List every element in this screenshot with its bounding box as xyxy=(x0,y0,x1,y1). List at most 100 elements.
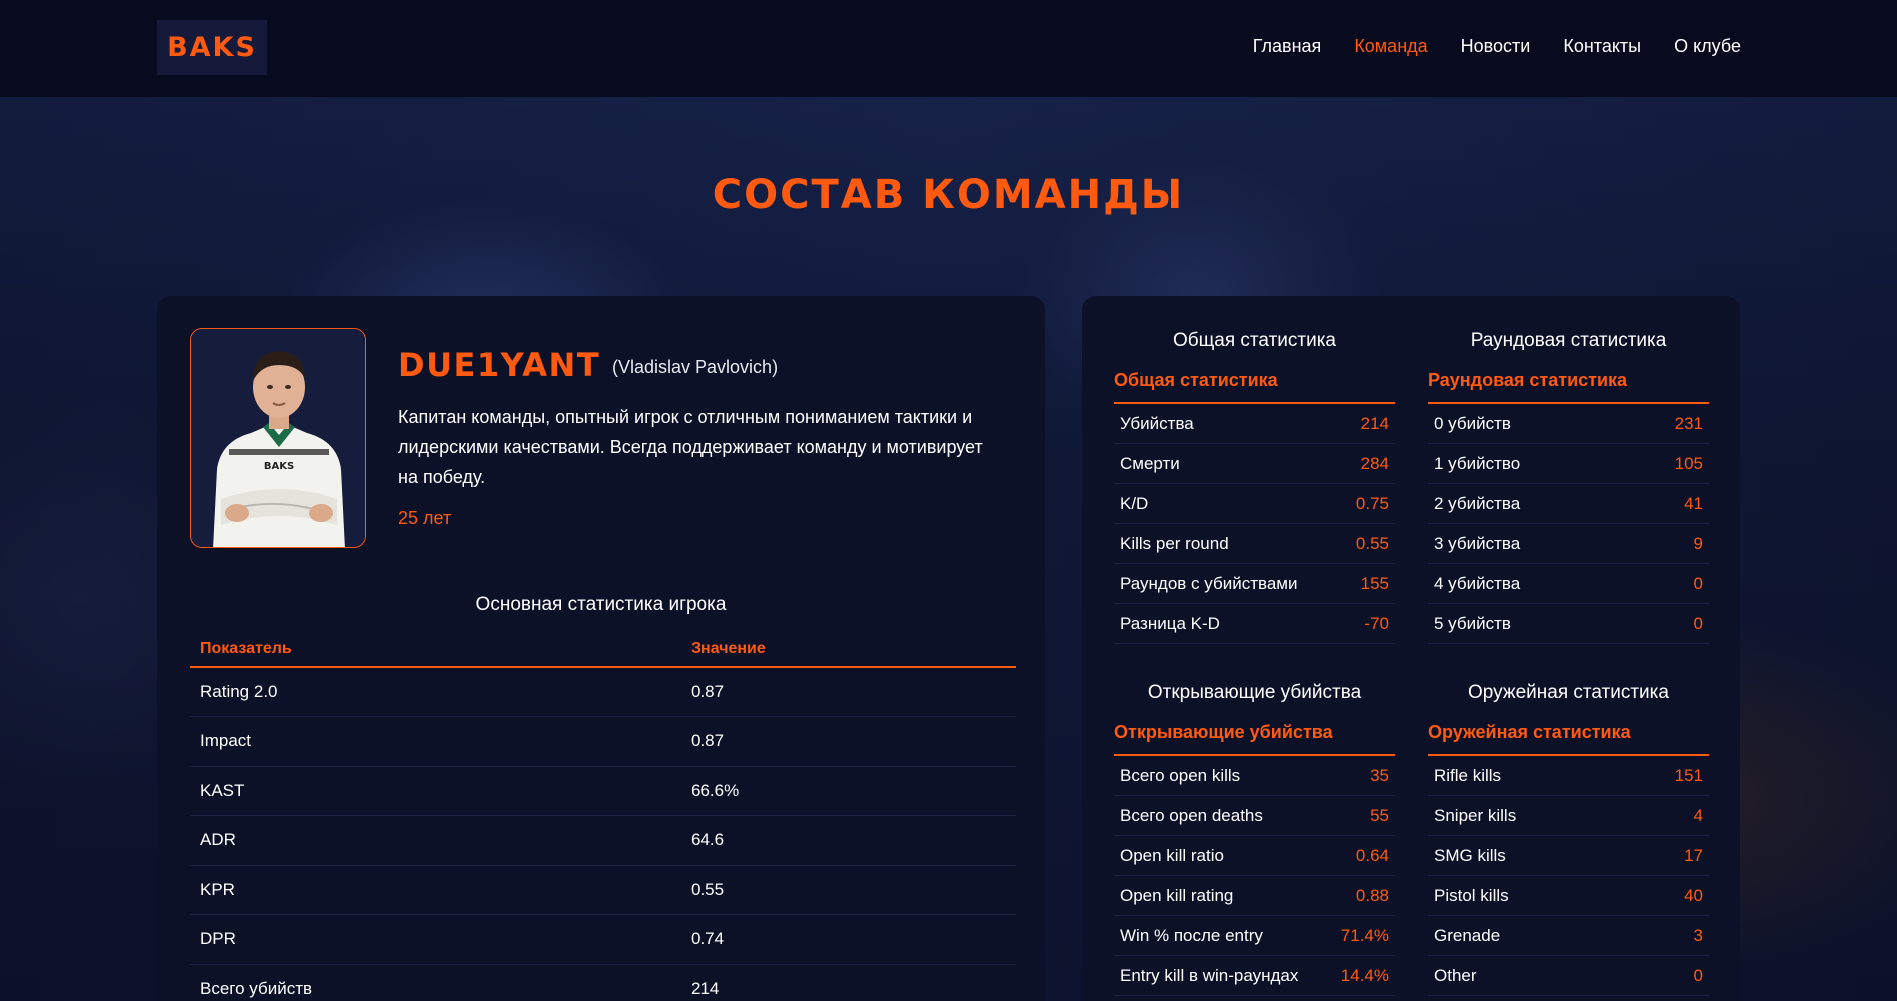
stat-label: Open kill rating xyxy=(1120,885,1234,905)
metric-name: DPR xyxy=(190,914,681,965)
stat-row: Pistol kills 40 xyxy=(1428,876,1709,916)
stat-label: Open kill ratio xyxy=(1120,845,1224,865)
stat-value: 4 xyxy=(1693,805,1703,825)
stat-value: 284 xyxy=(1360,453,1389,473)
stat-row: Разница K-D -70 xyxy=(1114,604,1395,644)
stat-row: Win % после entry 71.4% xyxy=(1114,916,1395,956)
stat-value: 0.64 xyxy=(1355,845,1389,865)
opening-kills-block: Открывающие убийства Открывающие убийств… xyxy=(1114,682,1395,996)
detailed-stats-panel: Общая статистика Общая статистика Убийст… xyxy=(1082,296,1740,1001)
stat-label: Win % после entry xyxy=(1120,925,1263,945)
player-nickname: DUE1YANT xyxy=(398,346,601,384)
stat-label: Sniper kills xyxy=(1434,805,1517,825)
player-real-name: (Vladislav Pavlovich) xyxy=(612,357,779,377)
stat-label: K/D xyxy=(1120,493,1149,513)
stat-value: 40 xyxy=(1684,885,1703,905)
stat-label: SMG kills xyxy=(1434,845,1506,865)
nav-contacts[interactable]: Контакты xyxy=(1563,36,1641,57)
table-row: KAST 66.6% xyxy=(190,766,1016,816)
weapon-stats-block: Оружейная статистика Оружейная статистик… xyxy=(1428,682,1709,996)
table-row: ADR 64.6 xyxy=(190,815,1016,866)
block-subtitle: Открывающие убийства xyxy=(1114,722,1395,756)
stat-value: 0.88 xyxy=(1355,885,1389,905)
stat-value: 105 xyxy=(1674,453,1703,473)
nav-home[interactable]: Главная xyxy=(1253,36,1322,57)
metric-name: Impact xyxy=(190,716,681,767)
stat-label: Раундов с убийствами xyxy=(1120,573,1298,593)
stat-row: 4 убийства 0 xyxy=(1428,564,1709,604)
logo[interactable]: BAKS xyxy=(157,20,267,75)
stat-label: Other xyxy=(1434,965,1477,985)
stat-value: 214 xyxy=(1360,413,1389,433)
stat-label: 1 убийство xyxy=(1434,453,1521,473)
stat-label: 2 убийства xyxy=(1434,493,1521,513)
nav-about[interactable]: О клубе xyxy=(1674,36,1741,57)
stat-value: 41 xyxy=(1684,493,1703,513)
stat-row: Sniper kills 4 xyxy=(1428,796,1709,836)
stat-label: Смерти xyxy=(1120,453,1180,473)
player-bio: Капитан команды, опытный игрок с отличны… xyxy=(398,407,983,487)
stat-value: 0 xyxy=(1693,573,1703,593)
stat-label: Pistol kills xyxy=(1434,885,1509,905)
metric-value: 66.6% xyxy=(681,766,1016,816)
stat-label: Всего open deaths xyxy=(1120,805,1263,825)
stat-row: 5 убийств 0 xyxy=(1428,604,1709,644)
player-photo: BAKS xyxy=(190,328,366,548)
stat-row: Other 0 xyxy=(1428,956,1709,996)
stat-row: Всего open deaths 55 xyxy=(1114,796,1395,836)
stat-row: Всего open kills 35 xyxy=(1114,756,1395,796)
nav-news[interactable]: Новости xyxy=(1461,36,1531,57)
stat-value: 3 xyxy=(1693,925,1703,945)
stat-row: Rifle kills 151 xyxy=(1428,756,1709,796)
stat-value: 14.4% xyxy=(1340,965,1389,985)
stat-row: Убийства 214 xyxy=(1114,404,1395,444)
stat-value: -70 xyxy=(1364,613,1389,633)
table-row: DPR 0.74 xyxy=(190,914,1016,965)
stat-value: 155 xyxy=(1360,573,1389,593)
stat-row: 1 убийство 105 xyxy=(1428,444,1709,484)
stat-value: 0.55 xyxy=(1355,533,1389,553)
metric-name: Rating 2.0 xyxy=(190,667,681,717)
metric-value: 64.6 xyxy=(681,815,1016,866)
metric-name: KAST xyxy=(190,766,681,816)
stat-label: Grenade xyxy=(1434,925,1501,945)
metric-name: KPR xyxy=(190,865,681,915)
stat-value: 0 xyxy=(1693,965,1703,985)
stat-row: K/D 0.75 xyxy=(1114,484,1395,524)
main-stats-title: Основная статистика игрока xyxy=(475,594,727,615)
stat-row: Раундов с убийствами 155 xyxy=(1114,564,1395,604)
stat-value: 231 xyxy=(1674,413,1703,433)
stat-label: Kills per round xyxy=(1120,533,1229,553)
column-header-value: Значение xyxy=(681,632,1016,668)
stat-label: 4 убийства xyxy=(1434,573,1521,593)
nav-team[interactable]: Команда xyxy=(1354,36,1427,57)
jersey-text: BAKS xyxy=(264,461,294,472)
stat-label: Убийства xyxy=(1120,413,1194,433)
block-title: Раундовая статистика xyxy=(1470,330,1667,351)
stat-value: 55 xyxy=(1370,805,1389,825)
table-row: KPR 0.55 xyxy=(190,865,1016,915)
block-title: Открывающие убийства xyxy=(1147,682,1362,703)
table-row: Всего убийств 214 xyxy=(190,964,1016,1001)
stat-value: 0 xyxy=(1693,613,1703,633)
round-stats-block: Раундовая статистика Раундовая статистик… xyxy=(1428,330,1709,644)
table-row: Impact 0.87 xyxy=(190,716,1016,767)
main-stats-table: Показатель Значение Rating 2.0 0.87 Impac… xyxy=(190,632,1016,1001)
metric-value: 0.87 xyxy=(681,716,1016,767)
stat-value: 9 xyxy=(1693,533,1703,553)
stat-row: Смерти 284 xyxy=(1114,444,1395,484)
stat-row: Open kill rating 0.88 xyxy=(1114,876,1395,916)
stat-label: Entry kill в win-раундах xyxy=(1120,965,1299,985)
column-header-metric: Показатель xyxy=(190,632,681,668)
stat-value: 17 xyxy=(1684,845,1703,865)
player-age: 25 лет xyxy=(398,508,452,528)
stat-row: Entry kill в win-раундах 14.4% xyxy=(1114,956,1395,996)
block-subtitle: Общая статистика xyxy=(1114,370,1395,404)
stat-label: Всего open kills xyxy=(1120,765,1241,785)
block-title: Общая статистика xyxy=(1173,330,1336,351)
player-photo-image: BAKS xyxy=(191,329,365,547)
metric-value: 214 xyxy=(681,964,1016,1001)
page-title: Состав команды xyxy=(712,172,1185,218)
stat-row: 0 убийств 231 xyxy=(1428,404,1709,444)
stat-row: Kills per round 0.55 xyxy=(1114,524,1395,564)
